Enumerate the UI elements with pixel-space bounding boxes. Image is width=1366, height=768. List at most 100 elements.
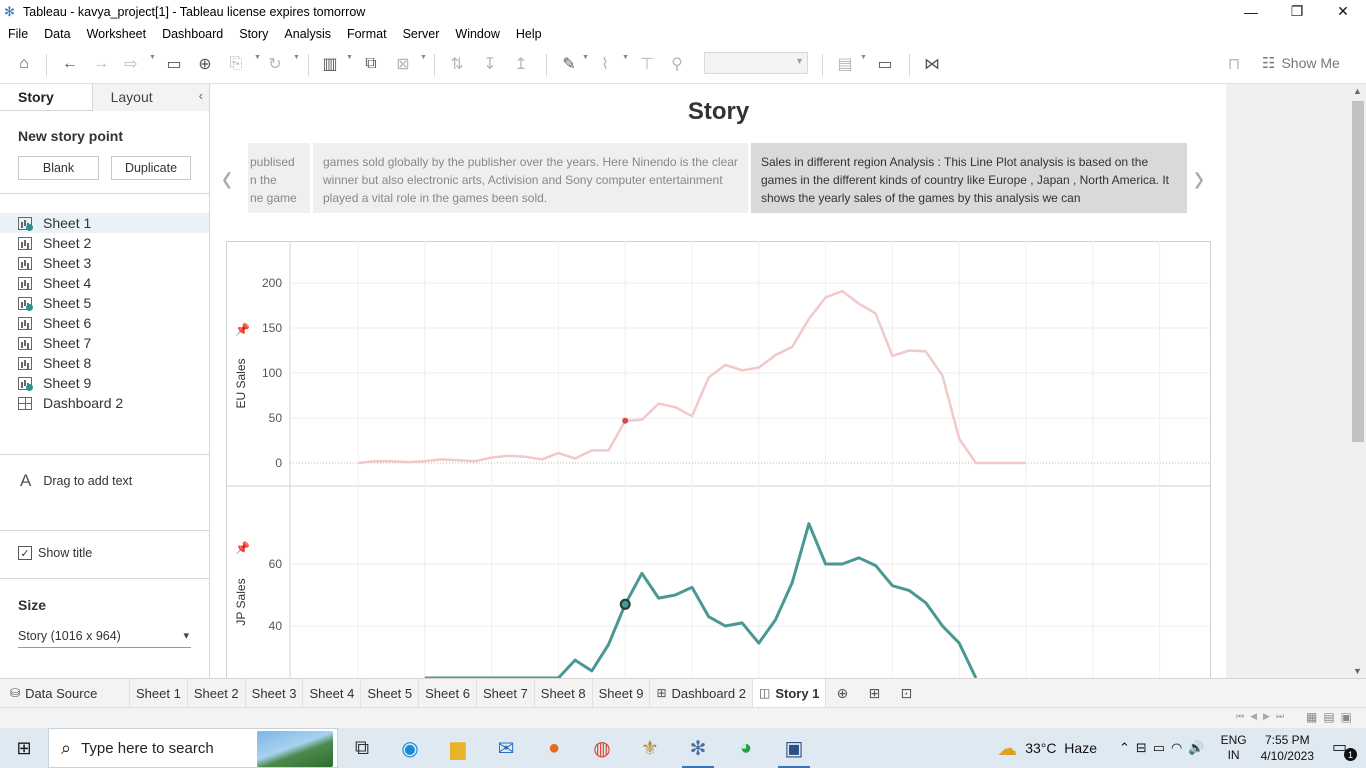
restore-button[interactable]: ❐ — [1274, 0, 1320, 23]
tab-sheet[interactable]: Sheet 5 — [361, 679, 420, 707]
undo-icon[interactable]: ← — [57, 51, 83, 77]
scroll-down-icon[interactable]: ▼ — [1353, 666, 1362, 676]
sheet-item[interactable]: Dashboard 2 — [0, 393, 209, 413]
taskbar-clock[interactable]: 7:55 PM 4/10/2023 — [1261, 732, 1314, 764]
format-painter-icon[interactable]: ⊓ — [1221, 51, 1247, 77]
tab-sheet[interactable]: Sheet 7 — [477, 679, 535, 707]
tab-story-active[interactable]: ◫ Story 1 — [752, 679, 827, 707]
tab-sheet[interactable]: Sheet 9 — [593, 679, 651, 707]
previous-story-point-icon[interactable]: ‹ — [222, 155, 232, 203]
new-story-icon[interactable]: ⊡ — [890, 679, 922, 707]
sheet-item[interactable]: Sheet 1 — [0, 213, 209, 233]
tab-sheet[interactable]: Sheet 1 — [130, 679, 188, 707]
sheet-item[interactable]: Sheet 7 — [0, 333, 209, 353]
scrollbar-thumb[interactable] — [1352, 101, 1364, 442]
app-taskbar-icon[interactable]: ▣ — [770, 728, 818, 768]
sort-descending-icon[interactable]: ↥ — [508, 51, 534, 77]
blank-button[interactable]: Blank — [18, 156, 99, 180]
pause-updates-icon[interactable]: ⎘ — [223, 51, 249, 77]
task-view-icon[interactable]: ⧉ — [338, 728, 386, 768]
edge-browser-icon[interactable]: ◉ — [386, 728, 434, 768]
highlight-icon[interactable]: ✎ — [556, 51, 582, 77]
sheet-item[interactable]: Sheet 5 — [0, 293, 209, 313]
tab-sheet[interactable]: Sheet 2 — [188, 679, 246, 707]
home-icon[interactable]: ⌂ — [11, 51, 37, 77]
drag-to-add-text[interactable]: A Drag to add text — [20, 471, 132, 491]
menu-data[interactable]: Data — [36, 27, 78, 41]
chrome-icon[interactable]: ◍ — [578, 728, 626, 768]
notification-center-icon[interactable]: ▭ 1 — [1332, 737, 1357, 761]
share-icon[interactable]: ⋈ — [919, 51, 945, 77]
menu-server[interactable]: Server — [395, 27, 448, 41]
next-story-point-icon[interactable]: › — [1194, 155, 1204, 203]
new-worksheet-icon[interactable]: ⊕ — [826, 679, 858, 707]
fix-axes-icon[interactable]: ⚲ — [664, 51, 690, 77]
show-title-checkbox[interactable]: ✓ Show title — [18, 546, 92, 560]
menu-format[interactable]: Format — [339, 27, 395, 41]
menu-window[interactable]: Window — [447, 27, 507, 41]
duplicate-button[interactable]: Duplicate — [111, 156, 191, 180]
sheet-item[interactable]: Sheet 3 — [0, 253, 209, 273]
replay-icon[interactable]: ⇨ — [118, 51, 144, 77]
sheet-item[interactable]: Sheet 8 — [0, 353, 209, 373]
dropdown-icon[interactable]: ▼ — [420, 54, 427, 61]
tab-story[interactable]: Story — [0, 84, 92, 111]
tab-dashboard[interactable]: ⊞ Dashboard 2 — [650, 679, 753, 707]
dropdown-icon[interactable]: ▼ — [582, 54, 589, 61]
sort-ascending-icon[interactable]: ↧ — [477, 51, 503, 77]
weather-widget[interactable]: ☁ 33°C Haze — [997, 736, 1097, 761]
close-button[interactable]: ✕ — [1320, 0, 1366, 23]
line-chart[interactable]: 050100150200EU Sales📌204060JP Sales📌 — [226, 241, 1211, 678]
whatsapp-icon[interactable]: ◕ — [722, 728, 770, 768]
minimize-button[interactable]: — — [1228, 0, 1274, 23]
sheet-item[interactable]: Sheet 9 — [0, 373, 209, 393]
menu-story[interactable]: Story — [231, 27, 276, 41]
duplicate-sheet-icon[interactable]: ⧉ — [358, 51, 384, 77]
menu-analysis[interactable]: Analysis — [276, 27, 339, 41]
tab-sheet[interactable]: Sheet 6 — [419, 679, 477, 707]
tab-layout[interactable]: Layout ‹ — [91, 84, 209, 111]
new-worksheet-icon[interactable]: ▥ — [317, 51, 343, 77]
story-point-caption[interactable]: publised n the ne game — [248, 143, 310, 213]
collapse-pane-icon[interactable]: ‹ — [199, 88, 203, 103]
sheet-item[interactable]: Sheet 2 — [0, 233, 209, 253]
show-me-button[interactable]: ☷ Show Me — [1262, 54, 1340, 72]
tableau-taskbar-icon[interactable]: ✻ — [674, 728, 722, 768]
dropdown-icon[interactable]: ▼ — [149, 54, 156, 61]
presentation-mode-icon[interactable]: ▭ — [872, 51, 898, 77]
taskbar-search-box[interactable]: ⌕ Type here to search — [48, 728, 338, 768]
input-language[interactable]: ENG IN — [1221, 733, 1247, 763]
save-icon[interactable]: ▭ — [161, 51, 187, 77]
windows-start-icon[interactable]: ⊞ — [0, 728, 48, 768]
tab-sheet[interactable]: Sheet 4 — [303, 679, 362, 707]
story-point-caption[interactable]: games sold globally by the publisher ove… — [313, 143, 748, 213]
sheet-item[interactable]: Sheet 4 — [0, 273, 209, 293]
group-icon[interactable]: ⌇ — [592, 51, 618, 77]
redo-icon[interactable]: → — [88, 51, 114, 77]
dropdown-icon[interactable]: ▼ — [254, 54, 261, 61]
dropdown-icon[interactable]: ▼ — [293, 54, 300, 61]
menu-dashboard[interactable]: Dashboard — [154, 27, 231, 41]
menu-help[interactable]: Help — [508, 27, 550, 41]
menu-file[interactable]: File — [0, 27, 36, 41]
dropdown-icon[interactable]: ▼ — [622, 54, 629, 61]
dropdown-icon[interactable]: ▼ — [860, 54, 867, 61]
refresh-icon[interactable]: ↻ — [262, 51, 288, 77]
story-point-caption-selected[interactable]: Sales in different region Analysis : Thi… — [751, 143, 1187, 213]
tab-sheet[interactable]: Sheet 8 — [535, 679, 593, 707]
menu-worksheet[interactable]: Worksheet — [79, 27, 155, 41]
tray-system-icons[interactable]: ⌃⊟▭◠🔊 — [1119, 740, 1211, 756]
labels-icon[interactable]: ⊤ — [634, 51, 660, 77]
sheet-item[interactable]: Sheet 6 — [0, 313, 209, 333]
firefox-icon[interactable]: ● — [530, 728, 578, 768]
swap-icon[interactable]: ⇅ — [444, 51, 470, 77]
tab-navigation-icons[interactable]: ⏮◀▶⏭ — [1236, 711, 1290, 722]
size-select[interactable]: Story (1016 x 964) — [18, 626, 191, 648]
vertical-scrollbar[interactable]: ▲ ▼ — [1350, 84, 1366, 678]
file-explorer-icon[interactable]: ▆ — [434, 728, 482, 768]
fit-width-combo[interactable] — [704, 52, 808, 74]
scroll-up-icon[interactable]: ▲ — [1353, 86, 1362, 96]
view-toggle-icons[interactable]: ▦▤▣ — [1306, 710, 1358, 724]
fit-icon[interactable]: ▤ — [832, 51, 858, 77]
tab-sheet[interactable]: Sheet 3 — [246, 679, 304, 707]
